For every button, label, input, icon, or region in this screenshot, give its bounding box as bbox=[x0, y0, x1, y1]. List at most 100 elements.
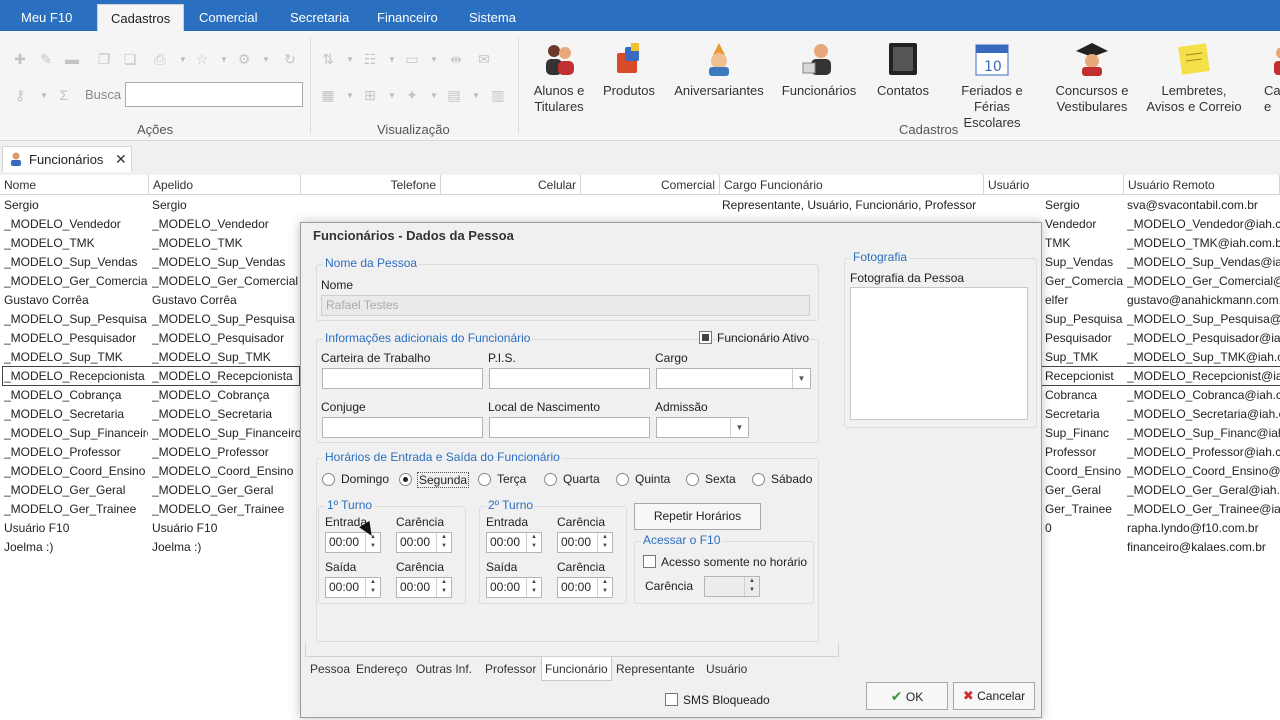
column-header-apelido[interactable]: Apelido bbox=[149, 175, 301, 195]
grid-cell-nome[interactable]: _MODELO_Pesquisador bbox=[4, 329, 148, 348]
grid-cell-usuario[interactable]: Secretaria bbox=[1045, 405, 1124, 424]
grid-cell-usuario[interactable]: elfer bbox=[1045, 291, 1124, 310]
pis-field[interactable] bbox=[489, 368, 650, 389]
filter-dropdown-icon[interactable]: ▼ bbox=[262, 55, 270, 64]
grid-cell-apelido[interactable]: _MODELO_Vendedor bbox=[152, 215, 300, 234]
pin-dropdown-icon[interactable]: ▼ bbox=[430, 91, 438, 100]
funcionario-ativo-checkbox[interactable] bbox=[699, 331, 712, 344]
acesso-carencia-time[interactable]: ▲ ▼ bbox=[704, 576, 760, 597]
grid-cell-remoto[interactable]: _MODELO_Secretaria@iah.co bbox=[1127, 405, 1280, 424]
favorite-dropdown-icon[interactable]: ▼ bbox=[220, 55, 228, 64]
grid-cell-apelido[interactable]: _MODELO_Sup_Financeiro bbox=[152, 424, 300, 443]
grid-cell-usuario[interactable]: Professor bbox=[1045, 443, 1124, 462]
sort-icon[interactable]: ⇅ bbox=[320, 51, 336, 67]
spinner-icon[interactable]: ▲ ▼ bbox=[744, 577, 759, 596]
key-dropdown-icon[interactable]: ▼ bbox=[40, 91, 48, 100]
turno2-entrada-time[interactable]: 00:00 ▲ ▼ bbox=[486, 532, 542, 553]
grid-cell-apelido[interactable]: Joelma :) bbox=[152, 538, 300, 557]
grid-cell-apelido[interactable]: _MODELO_Ger_Trainee bbox=[152, 500, 300, 519]
turno2-saida-carencia[interactable]: 00:00 ▲ ▼ bbox=[557, 577, 613, 598]
column-header-nome[interactable]: Nome bbox=[0, 175, 149, 195]
more-button[interactable]: Ca e bbox=[1256, 41, 1280, 115]
paste-icon[interactable]: ❏ bbox=[122, 51, 138, 67]
tab-meu-f10[interactable]: Meu F10 bbox=[8, 4, 85, 31]
grid-cell-apelido[interactable]: Gustavo Corrêa bbox=[152, 291, 300, 310]
tab-financeiro[interactable]: Financeiro bbox=[364, 4, 451, 31]
grid-cell-usuario[interactable]: Vendedor bbox=[1045, 215, 1124, 234]
spinner-icon[interactable]: ▲ ▼ bbox=[436, 533, 451, 552]
cargo-select[interactable]: ▼ bbox=[656, 368, 811, 389]
turno2-entrada-carencia[interactable]: 00:00 ▲ ▼ bbox=[557, 532, 613, 553]
grid-cell-nome[interactable]: _MODELO_Sup_Vendas bbox=[4, 253, 148, 272]
lembretes-button[interactable]: Lembretes, Avisos e Correio bbox=[1142, 41, 1246, 115]
grid-cell-apelido[interactable]: Usuário F10 bbox=[152, 519, 300, 538]
grid-cell-remoto[interactable]: _MODELO_Ger_Trainee@iah bbox=[1127, 500, 1280, 519]
grid-cell-remoto[interactable]: _MODELO_Pesquisador@iah.c bbox=[1127, 329, 1280, 348]
grid-cell-usuario[interactable]: Coord_Ensino bbox=[1045, 462, 1124, 481]
chart-icon[interactable]: ▥ bbox=[490, 87, 506, 103]
grid-cell-remoto[interactable]: _MODELO_TMK@iah.com.br bbox=[1127, 234, 1280, 253]
columns-icon[interactable]: ⇹ bbox=[448, 51, 464, 67]
grid-cell-remoto[interactable]: _MODELO_Coord_Ensino@ia bbox=[1127, 462, 1280, 481]
spinner-icon[interactable]: ▲ ▼ bbox=[597, 533, 612, 552]
sms-bloqueado-checkbox[interactable] bbox=[665, 693, 678, 706]
grid-cell-usuario[interactable] bbox=[1045, 538, 1124, 557]
pin-icon[interactable]: ✦ bbox=[404, 87, 420, 103]
grid-cell-remoto[interactable]: _MODELO_Cobranca@iah.co bbox=[1127, 386, 1280, 405]
concursos-button[interactable]: Concursos e Vestibulares bbox=[1052, 41, 1132, 115]
radio-domingo[interactable] bbox=[322, 473, 335, 486]
radio-quarta[interactable] bbox=[544, 473, 557, 486]
turno1-saida-carencia[interactable]: 00:00 ▲ ▼ bbox=[396, 577, 452, 598]
close-icon[interactable]: ✕ bbox=[115, 151, 127, 168]
radio-segunda[interactable] bbox=[399, 473, 412, 486]
add-icon[interactable]: ✚ bbox=[12, 51, 28, 67]
tab-usuario[interactable]: Usuário bbox=[706, 657, 747, 681]
spinner-icon[interactable]: ▲ ▼ bbox=[526, 533, 541, 552]
grid-cell-apelido[interactable]: Sergio bbox=[152, 196, 300, 215]
grid-cell-remoto[interactable]: _MODELO_Sup_TMK@iah.com bbox=[1127, 348, 1280, 367]
grid-cell-apelido[interactable]: _MODELO_TMK bbox=[152, 234, 300, 253]
tab-funcionario[interactable]: Funcionário bbox=[541, 657, 612, 681]
grid-cell-remoto[interactable]: rapha.lyndo@f10.com.br bbox=[1127, 519, 1280, 538]
spinner-icon[interactable]: ▲ ▼ bbox=[526, 578, 541, 597]
grid-cell-nome[interactable]: _MODELO_Professor bbox=[4, 443, 148, 462]
grid-cell-apelido[interactable]: _MODELO_Sup_Vendas bbox=[152, 253, 300, 272]
tab-professor[interactable]: Professor bbox=[485, 657, 536, 681]
grid-cell-remoto[interactable]: _MODELO_Sup_Vendas@iah bbox=[1127, 253, 1280, 272]
turno1-saida-time[interactable]: 00:00 ▲ ▼ bbox=[325, 577, 381, 598]
radio-quinta[interactable] bbox=[616, 473, 629, 486]
filter-icon[interactable]: ⚙ bbox=[236, 51, 252, 67]
spinner-icon[interactable]: ▲ ▼ bbox=[436, 578, 451, 597]
sort-dropdown-icon[interactable]: ▼ bbox=[346, 55, 354, 64]
column-header-celular[interactable]: Celular bbox=[441, 175, 581, 195]
grid-cell-remoto[interactable]: _MODELO_Sup_Financ@iah. bbox=[1127, 424, 1280, 443]
acesso-horario-checkbox[interactable] bbox=[643, 555, 656, 568]
ok-button[interactable]: ✔ OK bbox=[866, 682, 948, 710]
grid-cell-apelido[interactable]: _MODELO_Sup_TMK bbox=[152, 348, 300, 367]
grid-cell-nome[interactable]: _MODELO_Cobrança bbox=[4, 386, 148, 405]
column-header-telefone[interactable]: Telefone bbox=[301, 175, 441, 195]
spinner-icon[interactable]: ▲ ▼ bbox=[597, 578, 612, 597]
grid-cell-usuario[interactable]: Sup_Pesquisa bbox=[1045, 310, 1124, 329]
grid-cell-remoto[interactable]: sva@svacontabil.com.br bbox=[1127, 196, 1280, 215]
grid-cell-nome[interactable]: _MODELO_Ger_Trainee bbox=[4, 500, 148, 519]
photo-box[interactable] bbox=[850, 287, 1028, 420]
admissao-date[interactable]: ▼ bbox=[656, 417, 749, 438]
grid-cell-apelido[interactable]: _MODELO_Secretaria bbox=[152, 405, 300, 424]
produtos-button[interactable]: Produtos bbox=[598, 41, 660, 99]
tab-endereco[interactable]: Endereço bbox=[356, 657, 407, 681]
table-dropdown-icon[interactable]: ▼ bbox=[472, 91, 480, 100]
grid-cell-cargo[interactable]: Representante, Usuário, Funcionário, Pro… bbox=[722, 196, 984, 215]
grid-cell-remoto[interactable]: _MODELO_Sup_Pesquisa@iah bbox=[1127, 310, 1280, 329]
grid-cell-usuario[interactable]: Pesquisador bbox=[1045, 329, 1124, 348]
key-icon[interactable]: ⚷ bbox=[12, 87, 28, 103]
print-icon[interactable]: ⎙ bbox=[152, 51, 168, 67]
refresh-icon[interactable]: ↻ bbox=[282, 51, 298, 67]
grid-cell-remoto[interactable]: _MODELO_Professor@iah.co bbox=[1127, 443, 1280, 462]
tab-representante[interactable]: Representante bbox=[616, 657, 695, 681]
grid-cell-nome[interactable]: _MODELO_Vendedor bbox=[4, 215, 148, 234]
repetir-horarios-button[interactable]: Repetir Horários bbox=[634, 503, 761, 530]
edit-icon[interactable]: ✎ bbox=[38, 51, 54, 67]
table-icon[interactable]: ▤ bbox=[446, 87, 462, 103]
sum-icon[interactable]: Σ bbox=[56, 87, 72, 103]
